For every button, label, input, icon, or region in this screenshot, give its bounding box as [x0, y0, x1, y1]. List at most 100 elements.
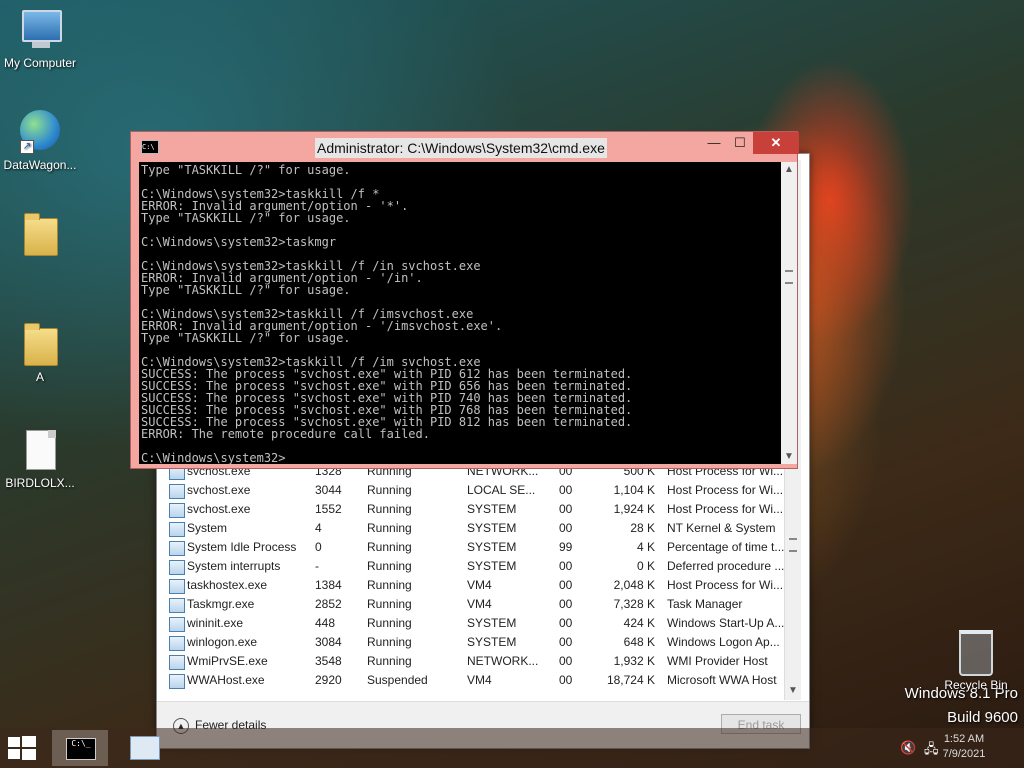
table-row[interactable]: System interrupts - Running SYSTEM 00 0 … [165, 557, 791, 576]
process-description: Percentage of time t... [667, 540, 785, 554]
process-cpu: 00 [559, 502, 573, 516]
process-icon [169, 560, 185, 575]
process-pid: - [315, 559, 319, 573]
process-user: SYSTEM [467, 540, 517, 554]
process-pid: 3084 [315, 635, 342, 649]
table-row[interactable]: svchost.exe 1552 Running SYSTEM 00 1,924… [165, 500, 791, 519]
table-row[interactable]: WmiPrvSE.exe 3548 Running NETWORK... 00 … [165, 652, 791, 671]
table-row[interactable]: svchost.exe 3044 Running LOCAL SE... 00 … [165, 481, 791, 500]
maximize-button[interactable]: ☐ [727, 132, 753, 154]
process-memory: 4 K [636, 540, 655, 554]
process-cpu: 00 [559, 578, 573, 592]
process-memory: 648 K [623, 635, 655, 649]
process-memory: 18,724 K [606, 673, 655, 687]
console-text: Type "TASKKILL /?" for usage. C:\Windows… [141, 163, 633, 464]
minimize-button[interactable]: — [701, 132, 727, 154]
start-button[interactable] [8, 736, 36, 760]
process-memory: 0 K [636, 559, 655, 573]
clock[interactable]: 1:52 AM 7/9/2021 [924, 732, 1004, 762]
process-pid: 1552 [315, 502, 342, 516]
process-icon [169, 617, 185, 632]
process-memory: 28 K [630, 521, 655, 535]
table-row[interactable]: winlogon.exe 3084 Running SYSTEM 00 648 … [165, 633, 791, 652]
process-user: SYSTEM [467, 521, 517, 535]
desktop-icon-label: BIRDLOLX... [5, 476, 75, 490]
desktop-icon-datawagon[interactable]: ↗ DataWagon... [0, 110, 80, 172]
process-cpu: 99 [559, 540, 573, 554]
process-pid: 3044 [315, 483, 342, 497]
taskbar: C:\_ 🔇 🖧 1:52 AM 7/9/2021 [0, 728, 1024, 768]
process-status: Running [367, 616, 412, 630]
scrollbar-grip[interactable] [789, 538, 797, 552]
cmd-window: C:\ Administrator: C:\Windows\System32\c… [130, 131, 799, 469]
process-memory: 424 K [623, 616, 655, 630]
process-description: Host Process for Wi... [667, 578, 784, 592]
process-user: SYSTEM [467, 616, 517, 630]
desktop-icon-my-computer[interactable]: My Computer [0, 8, 80, 70]
process-description: Microsoft WWA Host [667, 673, 777, 687]
table-row[interactable]: Taskmgr.exe 2852 Running VM4 00 7,328 K … [165, 595, 791, 614]
process-pid: 0 [315, 540, 322, 554]
windows-build-watermark: Build 9600 [947, 709, 1018, 726]
process-pid: 2852 [315, 597, 342, 611]
process-user: VM4 [467, 597, 492, 611]
desktop-icon-folder-a[interactable]: A [0, 322, 80, 384]
globe-shortcut-icon: ↗ [20, 110, 60, 154]
table-row[interactable]: WWAHost.exe 2920 Suspended VM4 00 18,724… [165, 671, 791, 690]
process-description: Task Manager [667, 597, 743, 611]
process-status: Running [367, 654, 412, 668]
table-row[interactable]: System Idle Process 0 Running SYSTEM 99 … [165, 538, 791, 557]
process-description: Windows Start-Up A... [667, 616, 785, 630]
process-status: Running [367, 597, 412, 611]
close-button[interactable]: ✕ [753, 132, 799, 154]
process-status: Running [367, 502, 412, 516]
clock-time: 1:52 AM [943, 733, 985, 745]
table-row[interactable]: wininit.exe 448 Running SYSTEM 00 424 K … [165, 614, 791, 633]
console-scrollbar[interactable]: ▲ ▼ [781, 162, 797, 464]
process-description: WMI Provider Host [667, 654, 768, 668]
process-cpu: 00 [559, 521, 573, 535]
process-status: Running [367, 540, 412, 554]
process-user: NETWORK... [467, 654, 539, 668]
process-pid: 4 [315, 521, 322, 535]
process-icon [169, 503, 185, 518]
process-status: Running [367, 635, 412, 649]
process-cpu: 00 [559, 559, 573, 573]
desktop-icon-label: Recycle Bin [944, 678, 1008, 692]
process-status: Running [367, 483, 412, 497]
taskbar-task-manager-button[interactable] [116, 730, 172, 766]
folder-icon [20, 322, 60, 366]
process-description: NT Kernel & System [667, 521, 776, 535]
scroll-up-arrow-icon[interactable]: ▲ [784, 164, 794, 175]
process-memory: 1,104 K [613, 483, 655, 497]
process-status: Running [367, 521, 412, 535]
volume-muted-icon[interactable]: 🔇 [900, 740, 916, 756]
scroll-down-arrow-icon[interactable]: ▼ [788, 685, 798, 696]
console-app-icon[interactable]: C:\ [141, 140, 159, 154]
clock-date: 7/9/2021 [942, 748, 986, 760]
table-row[interactable]: taskhostex.exe 1384 Running VM4 00 2,048… [165, 576, 791, 595]
taskbar-cmd-button[interactable]: C:\_ [52, 730, 108, 766]
desktop-icon-recycle-bin[interactable]: Recycle Bin [936, 630, 1016, 692]
table-row[interactable]: System 4 Running SYSTEM 00 28 K NT Kerne… [165, 519, 791, 538]
chart-process-icon [169, 598, 185, 613]
scroll-down-arrow-icon[interactable]: ▼ [784, 451, 794, 462]
desktop-icon-birdlolx[interactable]: BIRDLOLX... [0, 428, 80, 490]
cmd-title-bar[interactable]: C:\ Administrator: C:\Windows\System32\c… [131, 132, 799, 162]
desktop-icon-label: A [35, 370, 44, 384]
process-cpu: 00 [559, 673, 573, 687]
process-description: Deferred procedure ... [667, 559, 785, 573]
process-cpu: 00 [559, 654, 573, 668]
process-pid: 3548 [315, 654, 342, 668]
scrollbar-grip[interactable] [785, 270, 793, 284]
process-description: Windows Logon Ap... [667, 635, 780, 649]
desktop-icon-folder[interactable] [0, 212, 80, 260]
process-icon [169, 541, 185, 556]
process-status: Running [367, 578, 412, 592]
console-output[interactable]: Type "TASKKILL /?" for usage. C:\Windows… [139, 162, 781, 464]
process-pid: 1384 [315, 578, 342, 592]
process-user: SYSTEM [467, 635, 517, 649]
process-cpu: 00 [559, 483, 573, 497]
process-cpu: 00 [559, 635, 573, 649]
process-user: SYSTEM [467, 559, 517, 573]
